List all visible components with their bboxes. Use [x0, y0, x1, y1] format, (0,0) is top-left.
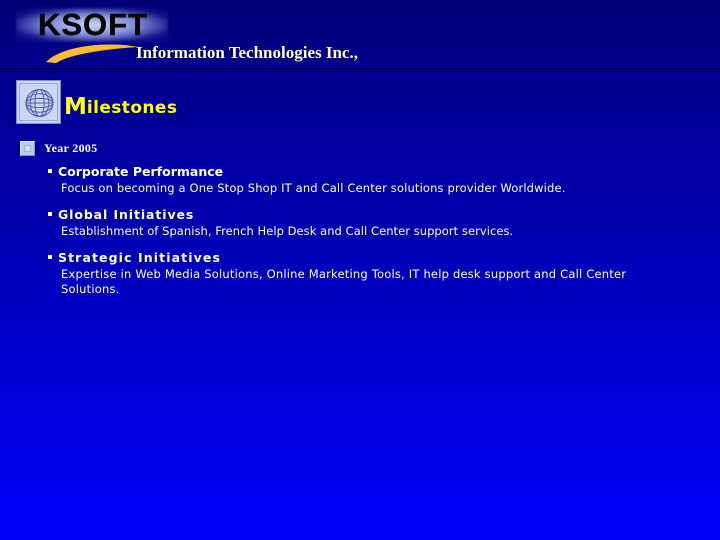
logo-swoosh-icon — [44, 42, 140, 64]
milestone-block: Global Initiatives Establishment of Span… — [48, 208, 581, 239]
bullet-icon — [48, 212, 52, 216]
milestone-heading-row: Strategic Initiatives — [48, 251, 715, 265]
year-row: Year 2005 — [20, 141, 97, 156]
page-title: Milestones — [64, 96, 177, 119]
bullet-icon — [48, 255, 52, 259]
company-name: Information Technologies Inc., — [136, 43, 358, 62]
slide-canvas: KSOFT Information Technologies Inc., Mil… — [0, 0, 720, 540]
milestone-block: Corporate Performance Focus on becoming … — [48, 165, 621, 196]
year-label: Year 2005 — [44, 141, 98, 155]
milestone-body-line: Expertise in Web Media Solutions, Online… — [61, 267, 627, 281]
page-title-initial: M — [64, 94, 87, 120]
milestone-body: Focus on becoming a One Stop Shop IT and… — [61, 181, 566, 195]
milestone-heading: Strategic Initiatives — [58, 250, 221, 265]
logo-wordmark: KSOFT — [37, 7, 149, 42]
milestone-body: Establishment of Spanish, French Help De… — [61, 224, 514, 238]
globe-icon — [16, 80, 61, 124]
bullet-icon — [48, 169, 52, 173]
milestone-heading-row: Corporate Performance — [48, 165, 621, 179]
milestone-body-last-line: Solutions. — [61, 282, 120, 296]
milestone-block: Strategic Initiatives Expertise in Web M… — [48, 251, 715, 297]
milestone-heading-row: Global Initiatives — [48, 208, 581, 222]
page-title-rest: ilestones — [86, 98, 178, 118]
milestone-heading: Global Initiatives — [58, 207, 195, 222]
square-bullet-icon — [20, 141, 35, 156]
header-divider — [0, 68, 720, 70]
milestone-body: Expertise in Web Media Solutions, Online… — [61, 267, 715, 297]
milestone-heading: Corporate Performance — [58, 164, 224, 179]
